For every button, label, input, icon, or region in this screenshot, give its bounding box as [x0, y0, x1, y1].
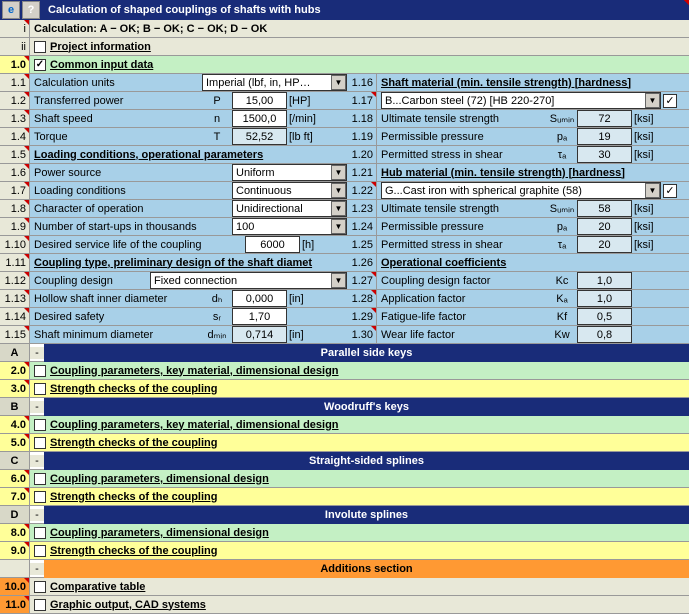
- common-chk[interactable]: ✓: [34, 59, 46, 71]
- s9-chk[interactable]: [34, 545, 46, 557]
- shaft-mat-select[interactable]: B...Carbon steel (72) [HB 220-270]▼: [381, 92, 661, 109]
- power-src-select[interactable]: Uniform▼: [232, 164, 347, 181]
- s10-chk[interactable]: [34, 581, 46, 593]
- is-hdr: Involute splines: [44, 506, 689, 524]
- units-select[interactable]: Imperial (lbf, in, HP…▼: [202, 74, 347, 91]
- op-coef-hdr: Operational coefficients: [377, 254, 506, 271]
- calc-units-lbl: Calculation units: [30, 74, 202, 91]
- chevron-down-icon: ▼: [331, 75, 346, 90]
- row-i: i: [0, 20, 30, 37]
- calc-status: Calculation: A − OK; B − OK; C − OK; D −…: [30, 20, 267, 37]
- title-bar: e ? Calculation of shaped couplings of s…: [0, 0, 689, 20]
- dmin-val: 0,714: [232, 326, 287, 343]
- proj-info-chk[interactable]: [34, 41, 46, 53]
- page-title: Calculation of shaped couplings of shaft…: [40, 4, 321, 16]
- s4-chk[interactable]: [34, 419, 46, 431]
- torque-val: 52,52: [232, 128, 287, 145]
- life-input[interactable]: 6000: [245, 236, 300, 253]
- shaft-mat-hdr: Shaft material (min. tensile strength) […: [377, 74, 631, 91]
- coup-design-select[interactable]: Fixed connection▼: [150, 272, 347, 289]
- load-cond-hdr: Loading conditions, operational paramete…: [30, 146, 263, 163]
- psk-hdr: Parallel side keys: [44, 344, 689, 362]
- coup-type-hdr: Coupling type, preliminary design of the…: [30, 254, 312, 271]
- hub-mat-select[interactable]: G...Cast iron with spherical graphite (5…: [381, 182, 661, 199]
- sss-hdr: Straight-sided splines: [44, 452, 689, 470]
- ie-icon[interactable]: e: [2, 1, 20, 19]
- power-input[interactable]: 15,00: [232, 92, 287, 109]
- hub-mat-hdr: Hub material (min. tensile strength) [ha…: [377, 164, 625, 181]
- sr-input[interactable]: 1,70: [232, 308, 287, 325]
- s7-chk[interactable]: [34, 491, 46, 503]
- shaft-mat-chk[interactable]: ✓: [663, 94, 677, 108]
- common-lbl: Common input data: [50, 59, 153, 71]
- s6-chk[interactable]: [34, 473, 46, 485]
- s2-chk[interactable]: [34, 365, 46, 377]
- hub-mat-chk[interactable]: ✓: [663, 184, 677, 198]
- s5-chk[interactable]: [34, 437, 46, 449]
- proj-info-lbl: Project information: [50, 41, 151, 53]
- s11-chk[interactable]: [34, 599, 46, 611]
- help-icon[interactable]: ?: [22, 1, 40, 19]
- load-cond-select[interactable]: Continuous▼: [232, 182, 347, 199]
- row-ii: ii: [0, 38, 30, 55]
- s8-chk[interactable]: [34, 527, 46, 539]
- wk-hdr: Woodruff's keys: [44, 398, 689, 416]
- speed-input[interactable]: 1500,0: [232, 110, 287, 127]
- dh-input[interactable]: 0,000: [232, 290, 287, 307]
- s3-chk[interactable]: [34, 383, 46, 395]
- char-op-select[interactable]: Unidirectional▼: [232, 200, 347, 217]
- startups-select[interactable]: 100▼: [232, 218, 347, 235]
- add-hdr: Additions section: [44, 560, 689, 578]
